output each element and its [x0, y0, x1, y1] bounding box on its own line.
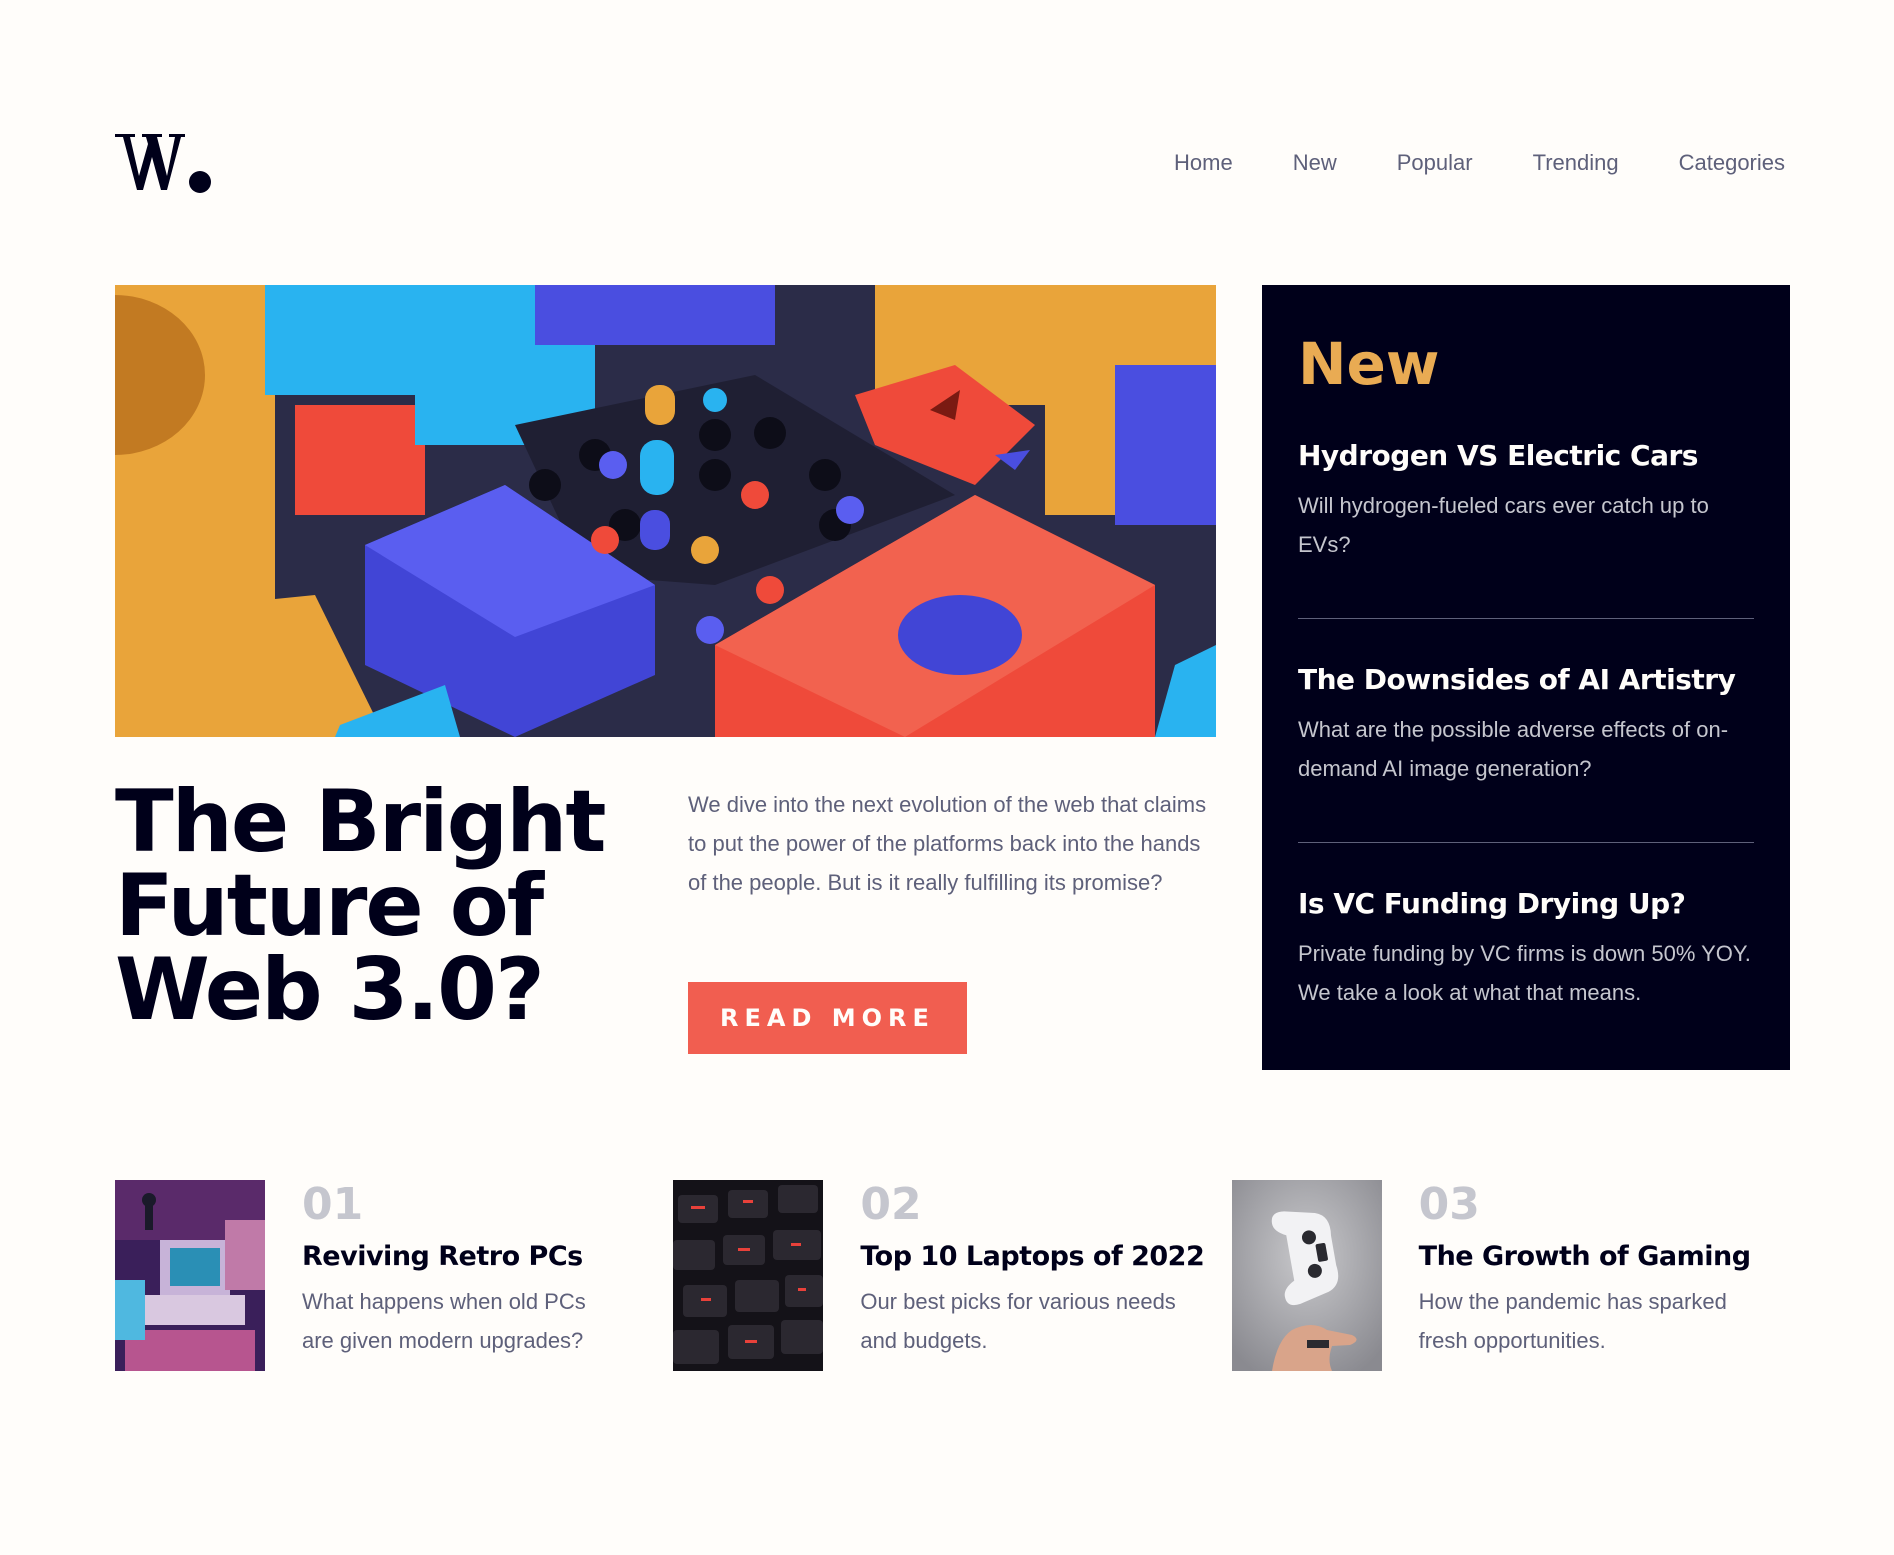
- new-article-item[interactable]: Hydrogen VS Electric Cars Will hydrogen-…: [1298, 439, 1754, 564]
- featured-card[interactable]: 01 Reviving Retro PCs What happens when …: [115, 1180, 673, 1371]
- divider: [1298, 842, 1754, 843]
- logo-mark: [115, 134, 211, 193]
- new-article-item[interactable]: The Downsides of AI Artistry What are th…: [1298, 663, 1754, 788]
- card-number: 02: [860, 1179, 922, 1230]
- card-description: Our best picks for various needs and bud…: [860, 1289, 1176, 1353]
- read-more-button[interactable]: READ MORE: [688, 982, 967, 1054]
- nav-trending[interactable]: Trending: [1533, 150, 1619, 176]
- new-article-item[interactable]: Is VC Funding Drying Up? Private funding…: [1298, 887, 1754, 1012]
- featured-card[interactable]: 02 Top 10 Laptops of 2022 Our best picks…: [673, 1180, 1231, 1371]
- new-article-desc: Private funding by VC firms is down 50% …: [1298, 941, 1751, 1005]
- nav-popular[interactable]: Popular: [1397, 150, 1473, 176]
- new-article-title[interactable]: Hydrogen VS Electric Cars: [1298, 439, 1754, 472]
- new-article-desc: Will hydrogen-fueled cars ever catch up …: [1298, 493, 1709, 557]
- new-articles-panel: New Hydrogen VS Electric Cars Will hydro…: [1262, 285, 1790, 1070]
- nav-categories[interactable]: Categories: [1679, 150, 1785, 176]
- new-article-title[interactable]: Is VC Funding Drying Up?: [1298, 887, 1754, 920]
- featured-card[interactable]: 03 The Growth of Gaming How the pandemic…: [1231, 1179, 1790, 1371]
- main-nav: Home New Popular Trending Categories: [1174, 150, 1785, 176]
- site-logo[interactable]: [115, 130, 212, 194]
- hero-description: We dive into the next evolution of the w…: [688, 792, 1207, 895]
- new-panel-heading: New: [1298, 330, 1440, 398]
- card-description: What happens when old PCs are given mode…: [302, 1289, 586, 1353]
- card-thumbnail-laptops[interactable]: [673, 1180, 824, 1371]
- card-description: How the pandemic has sparked fresh oppor…: [1418, 1289, 1727, 1353]
- card-title[interactable]: Top 10 Laptops of 2022: [860, 1241, 1204, 1272]
- new-article-title[interactable]: The Downsides of AI Artistry: [1298, 663, 1754, 696]
- new-article-desc: What are the possible adverse effects of…: [1298, 717, 1729, 781]
- hero-title: The Bright Future of Web 3.0?: [115, 772, 607, 1040]
- nav-new[interactable]: New: [1293, 150, 1337, 176]
- card-title[interactable]: The Growth of Gaming: [1419, 1241, 1751, 1272]
- divider: [1298, 618, 1754, 619]
- nav-home[interactable]: Home: [1174, 150, 1233, 176]
- card-title[interactable]: Reviving Retro PCs: [302, 1241, 622, 1272]
- featured-cards: 01 Reviving Retro PCs What happens when …: [115, 1180, 1790, 1371]
- hero-image: [115, 285, 1216, 737]
- card-number: 01: [302, 1179, 364, 1230]
- card-number: 03: [1418, 1179, 1480, 1230]
- card-thumbnail-retro-pcs[interactable]: [115, 1180, 265, 1371]
- card-thumbnail-gaming[interactable]: [1231, 1180, 1382, 1371]
